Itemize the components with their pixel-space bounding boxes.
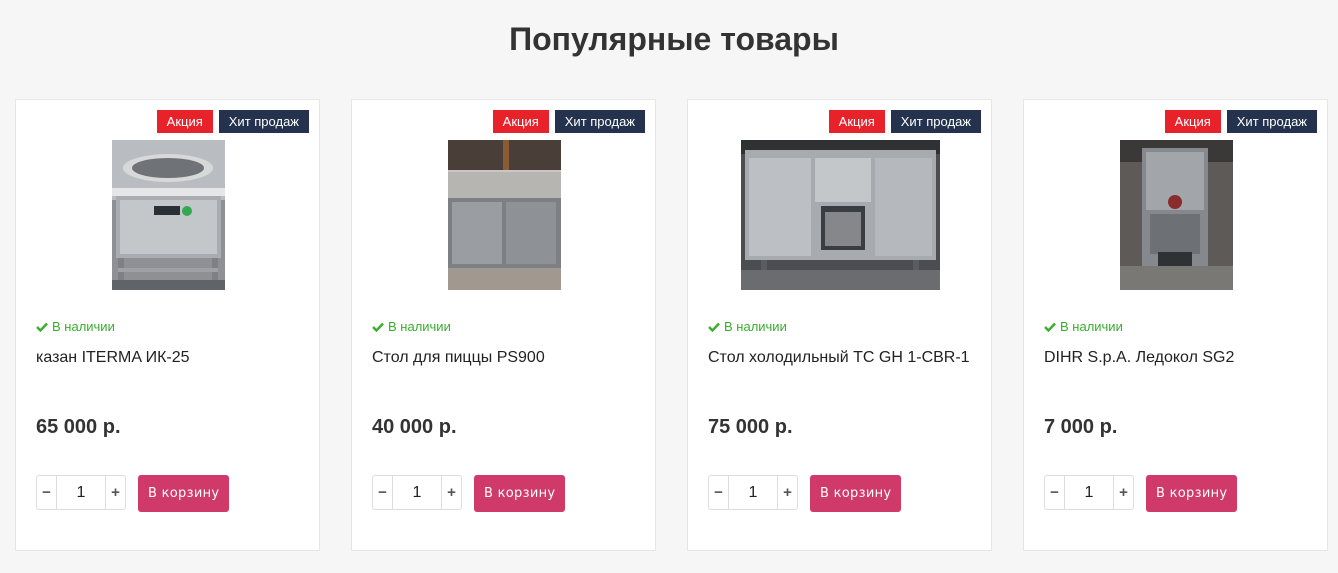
product-image[interactable] [448, 140, 561, 290]
increase-quantity-button[interactable]: + [778, 476, 797, 509]
sale-badge: Акция [828, 110, 885, 133]
product-price: 40 000 р. [372, 416, 457, 438]
check-icon [372, 322, 384, 332]
badge-group: Акция Хит продаж [156, 110, 309, 133]
stock-label: В наличии [52, 319, 115, 334]
bestseller-badge: Хит продаж [218, 110, 309, 133]
product-price: 75 000 р. [708, 416, 793, 438]
product-image[interactable] [1120, 140, 1233, 290]
quantity-input[interactable] [56, 476, 106, 509]
decrease-quantity-button[interactable]: − [1045, 476, 1064, 509]
product-card: Акция Хит продаж В наличии Стол для пицц… [351, 99, 656, 551]
product-image[interactable] [112, 140, 225, 290]
increase-quantity-button[interactable]: + [442, 476, 461, 509]
in-stock-status: В наличии [372, 319, 451, 334]
in-stock-status: В наличии [708, 319, 787, 334]
product-list: Акция Хит продаж В наличии казан ITERMA … [15, 99, 1328, 551]
product-title-link[interactable]: казан ITERMA ИК-25 [36, 348, 316, 368]
product-card: Акция Хит продаж В наличии DIHR S.p.A. Л… [1023, 99, 1328, 551]
check-icon [708, 322, 720, 332]
in-stock-status: В наличии [1044, 319, 1123, 334]
check-icon [36, 322, 48, 332]
decrease-quantity-button[interactable]: − [37, 476, 56, 509]
add-to-cart-button[interactable]: В корзину [810, 475, 902, 512]
add-to-cart-button[interactable]: В корзину [474, 475, 566, 512]
bestseller-badge: Хит продаж [1226, 110, 1317, 133]
product-card: Акция Хит продаж В наличии казан ITERMA … [15, 99, 320, 551]
quantity-input[interactable] [1064, 476, 1114, 509]
product-card: Акция Хит продаж В наличии Стол холодиль… [687, 99, 992, 551]
decrease-quantity-button[interactable]: − [373, 476, 392, 509]
check-icon [1044, 322, 1056, 332]
decrease-quantity-button[interactable]: − [709, 476, 728, 509]
badge-group: Акция Хит продаж [492, 110, 645, 133]
product-title-link[interactable]: Стол холодильный TC GH 1-CBR-1 [708, 348, 988, 368]
product-title-link[interactable]: Стол для пиццы PS900 [372, 348, 652, 368]
product-image[interactable] [741, 140, 940, 290]
product-price: 65 000 р. [36, 416, 121, 438]
product-title-link[interactable]: DIHR S.p.A. Ледокол SG2 [1044, 348, 1324, 368]
quantity-input[interactable] [728, 476, 778, 509]
badge-group: Акция Хит продаж [1164, 110, 1317, 133]
add-to-cart-button[interactable]: В корзину [1146, 475, 1238, 512]
add-to-cart-button[interactable]: В корзину [138, 475, 230, 512]
stock-label: В наличии [1060, 319, 1123, 334]
in-stock-status: В наличии [36, 319, 115, 334]
sale-badge: Акция [1164, 110, 1221, 133]
quantity-input[interactable] [392, 476, 442, 509]
increase-quantity-button[interactable]: + [106, 476, 125, 509]
quantity-stepper: − + [372, 475, 462, 510]
bestseller-badge: Хит продаж [890, 110, 981, 133]
product-price: 7 000 р. [1044, 416, 1118, 438]
badge-group: Акция Хит продаж [828, 110, 981, 133]
quantity-stepper: − + [708, 475, 798, 510]
bestseller-badge: Хит продаж [554, 110, 645, 133]
quantity-stepper: − + [1044, 475, 1134, 510]
stock-label: В наличии [388, 319, 451, 334]
section-title: Популярные товары [509, 21, 839, 57]
increase-quantity-button[interactable]: + [1114, 476, 1133, 509]
quantity-stepper: − + [36, 475, 126, 510]
sale-badge: Акция [492, 110, 549, 133]
sale-badge: Акция [156, 110, 213, 133]
stock-label: В наличии [724, 319, 787, 334]
